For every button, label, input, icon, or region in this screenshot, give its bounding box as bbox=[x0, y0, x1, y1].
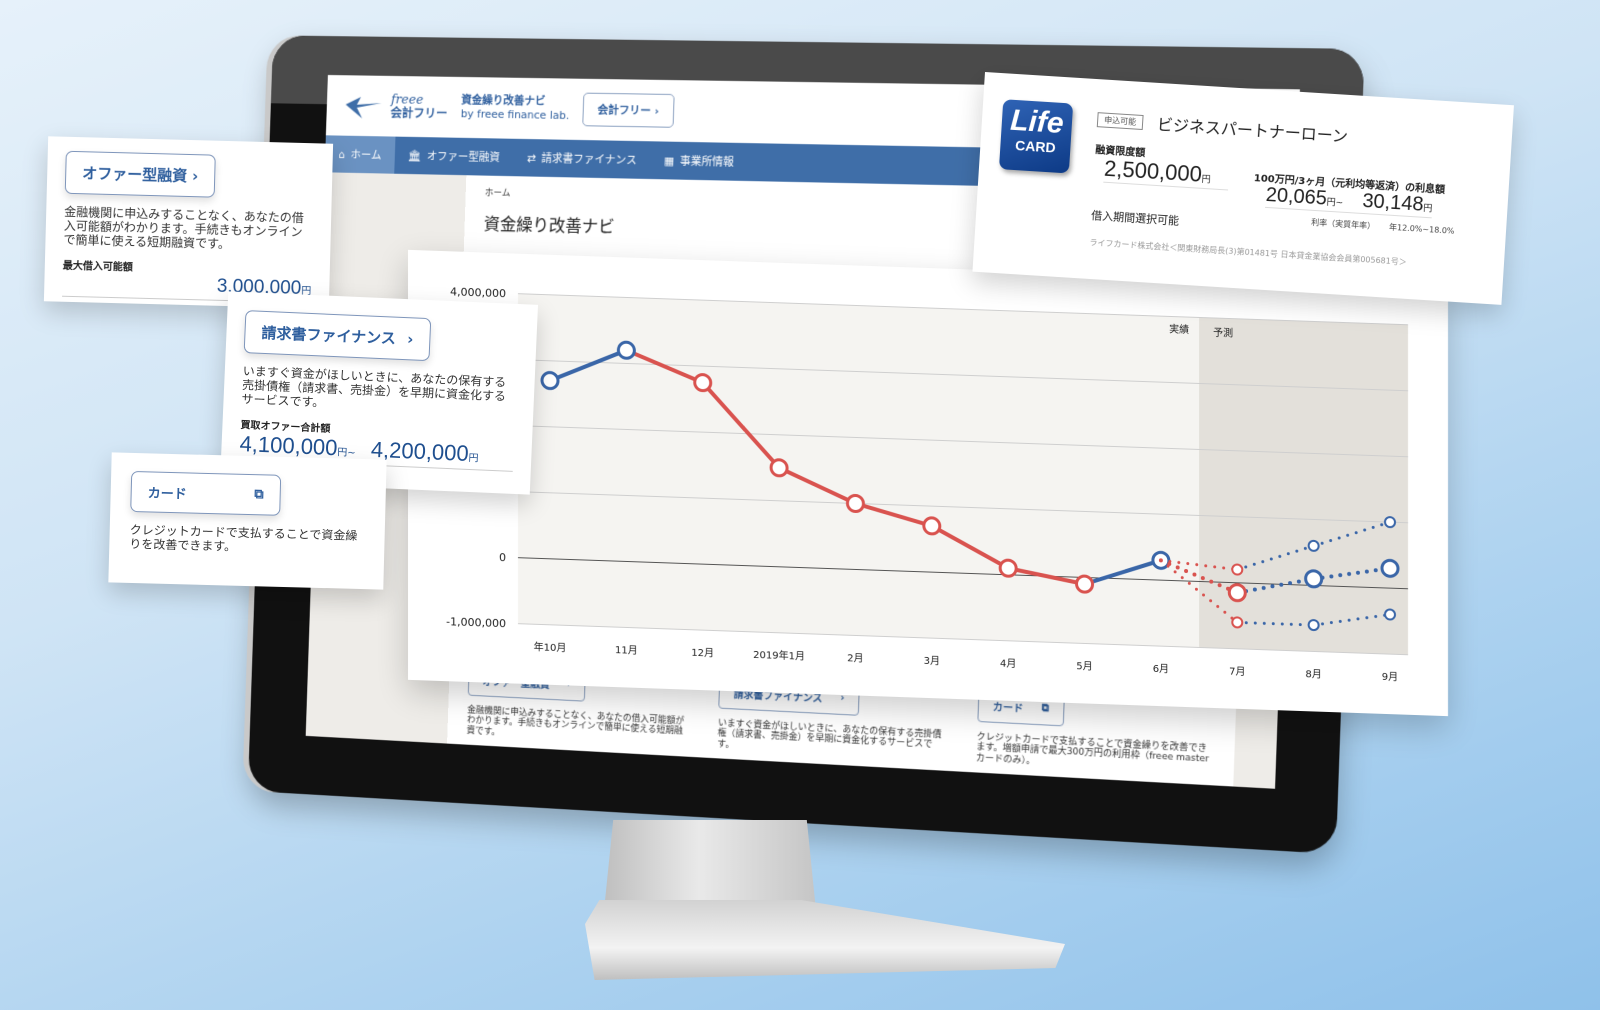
product-subtitle: by freee finance lab. bbox=[460, 107, 570, 123]
x-tick-label: 2月 bbox=[847, 652, 863, 665]
brand-name: 会計フリー bbox=[390, 106, 448, 121]
invoice-finance-card-description: いますぐ資金がほしいときに、あなたの保有する売掛債権（請求書、売掛金）を早期に資… bbox=[241, 364, 507, 410]
offer-loan-card: オファー型融資 › 金融機関に申込みすることなく、あなたの借入可能額がわかります。… bbox=[43, 136, 334, 309]
x-tick-label: 7月 bbox=[1229, 666, 1245, 679]
business-loan-title[interactable]: ビジネスパートナーローン bbox=[1156, 111, 1348, 147]
nav-office-info[interactable]: ▦ 事業所情報 bbox=[650, 141, 749, 181]
invoice-finance-description: いますぐ資金がほしいときに、あなたの保有する売掛債権（請求書、売掛金）を早期に資… bbox=[717, 718, 942, 751]
nav-invoice-finance[interactable]: ⇄ 請求書ファイナンス bbox=[513, 139, 651, 179]
external-link-icon: ⧉ bbox=[1041, 702, 1050, 715]
forecast-data-point bbox=[1304, 569, 1324, 589]
interest-from-unit: 円~ bbox=[1326, 197, 1344, 209]
credit-card-card-description: クレジットカードで支払することで資金繰りを改善できます。 bbox=[129, 522, 358, 554]
actual-data-point bbox=[1075, 574, 1095, 594]
invoice-finance-unit-to: 円 bbox=[468, 453, 479, 465]
loan-limit-amount: 2,500,000 bbox=[1103, 155, 1203, 187]
actual-data-point bbox=[922, 516, 942, 536]
x-tick-label: 3月 bbox=[924, 655, 940, 668]
loan-limit-unit: 円 bbox=[1201, 174, 1211, 186]
offer-loan-card-description: 金融機関に申込みすることなく、あなたの借入可能額がわかります。手続きもオンライン… bbox=[63, 204, 304, 251]
interest-to-unit: 円 bbox=[1422, 203, 1433, 215]
forecast-data-point bbox=[1231, 563, 1244, 576]
actual-data-point bbox=[769, 458, 789, 478]
lifecard-logo: Life CARD bbox=[998, 99, 1074, 174]
nav-offer-loan[interactable]: 🏛 オファー型融資 bbox=[394, 137, 514, 177]
forecast-region bbox=[1199, 317, 1408, 655]
rate-label: 利率（実質年率） bbox=[1310, 217, 1376, 231]
forecast-data-point bbox=[1384, 608, 1396, 621]
x-tick-label: 年10月 bbox=[534, 640, 567, 654]
bank-icon: 🏛 bbox=[407, 149, 422, 163]
forecast-data-point bbox=[1227, 583, 1247, 603]
loan-limit-row: 2,500,000円 bbox=[1103, 155, 1230, 191]
x-tick-label: 9月 bbox=[1382, 671, 1398, 684]
nav-office-info-label: 事業所情報 bbox=[679, 154, 735, 169]
lifecard-logo-line1: Life bbox=[1009, 103, 1065, 141]
rate-value: 年12.0%~18.0% bbox=[1388, 222, 1455, 236]
forecast-data-point bbox=[1307, 539, 1320, 552]
chevron-right-icon: › bbox=[191, 166, 199, 185]
actual-data-point bbox=[998, 558, 1018, 578]
business-loan-card: Life CARD 申込可能 ビジネスパートナーローン 融資限度額 2,500,… bbox=[972, 72, 1514, 305]
nav-home[interactable]: ⌂ ホーム bbox=[324, 135, 396, 174]
offer-loan-card-button[interactable]: オファー型融資 › bbox=[64, 150, 216, 198]
x-tick-label: 4月 bbox=[1000, 658, 1016, 671]
y-tick-label: 4,000,000 bbox=[450, 285, 506, 300]
freee-logo[interactable]: freee 会計フリー bbox=[343, 89, 448, 124]
y-tick-label: 0 bbox=[499, 551, 506, 564]
x-tick-label: 8月 bbox=[1305, 668, 1321, 681]
loan-period: 借入期間選択可能 bbox=[1090, 208, 1180, 228]
cashflow-chart-card: 4,000,000 0 -1,000,000 年10月 11月 12月 2019年1月 2月 3… bbox=[408, 249, 1448, 717]
invoice-finance-card-label: 請求書ファイナンス bbox=[261, 323, 397, 348]
interest-to: 30,148 bbox=[1361, 189, 1425, 216]
swap-arrows-icon: ⇄ bbox=[526, 151, 536, 165]
x-tick-label: 11月 bbox=[615, 644, 638, 657]
forecast-data-point bbox=[1384, 516, 1396, 529]
region-label-actual: 実績 bbox=[1169, 322, 1189, 336]
card-description: クレジットカードで支払することで資金繰りを改善できます。増額申請で最大300万円… bbox=[975, 731, 1210, 767]
building-icon: ▦ bbox=[663, 153, 675, 168]
nav-invoice-finance-label: 請求書ファイナンス bbox=[541, 152, 637, 167]
forecast-data-point bbox=[1307, 619, 1320, 632]
chevron-right-icon: › bbox=[406, 329, 414, 348]
actual-data-point bbox=[540, 371, 560, 391]
offer-loan-card-label: オファー型融資 bbox=[82, 164, 188, 185]
forecast-data-point bbox=[1231, 616, 1244, 629]
credit-card-card-button[interactable]: カード ⧉ bbox=[130, 470, 282, 516]
rate-row: 利率（実質年率） 年12.0%~18.0% bbox=[1311, 217, 1455, 237]
monitor-stand-foot bbox=[585, 900, 1065, 980]
external-link-icon: ⧉ bbox=[254, 487, 264, 503]
lender-footnote: ライフカード株式会社＜関東財務局長(3)第01481号 日本貸金業協会会員第00… bbox=[1089, 237, 1408, 267]
actual-data-point bbox=[845, 493, 865, 513]
region-label-forecast: 予測 bbox=[1213, 326, 1233, 340]
offer-loan-description: 金融機関に申込みすることなく、あなたの借入可能額がわかります。手続きもオンライン… bbox=[466, 705, 685, 738]
nav-home-label: ホーム bbox=[350, 148, 382, 162]
invoice-finance-card-button[interactable]: 請求書ファイナンス › bbox=[243, 310, 432, 362]
business-loan-title-row: 申込可能 ビジネスパートナーローン bbox=[1096, 107, 1349, 147]
interest-from: 20,065 bbox=[1265, 183, 1328, 210]
swallow-icon bbox=[345, 96, 382, 119]
chevron-right-icon: › bbox=[654, 104, 660, 118]
home-icon: ⌂ bbox=[338, 147, 346, 161]
apply-available-badge: 申込可能 bbox=[1096, 111, 1144, 130]
credit-card-card: カード ⧉ クレジットカードで支払することで資金繰りを改善できます。 bbox=[108, 452, 387, 590]
x-tick-label: 6月 bbox=[1153, 663, 1169, 676]
accounting-freee-button[interactable]: 会計フリー › bbox=[582, 92, 675, 128]
credit-card-card-label: カード bbox=[147, 486, 187, 503]
forecast-data-point bbox=[1380, 558, 1400, 578]
y-tick-label: -1,000,000 bbox=[446, 615, 506, 630]
product-title-block: 資金繰り改善ナビ by freee finance lab. bbox=[461, 93, 570, 123]
accounting-freee-label: 会計フリー bbox=[597, 103, 652, 118]
cashflow-chart: 4,000,000 0 -1,000,000 年10月 11月 12月 2019年1月 2月 3… bbox=[446, 285, 1408, 684]
actual-data-point bbox=[693, 373, 713, 393]
nav-offer-loan-label: オファー型融資 bbox=[426, 149, 501, 165]
actual-data-point bbox=[616, 340, 636, 360]
x-tick-label: 5月 bbox=[1076, 660, 1092, 673]
x-tick-label: 12月 bbox=[691, 647, 714, 660]
x-tick-label: 2019年1月 bbox=[753, 648, 805, 663]
